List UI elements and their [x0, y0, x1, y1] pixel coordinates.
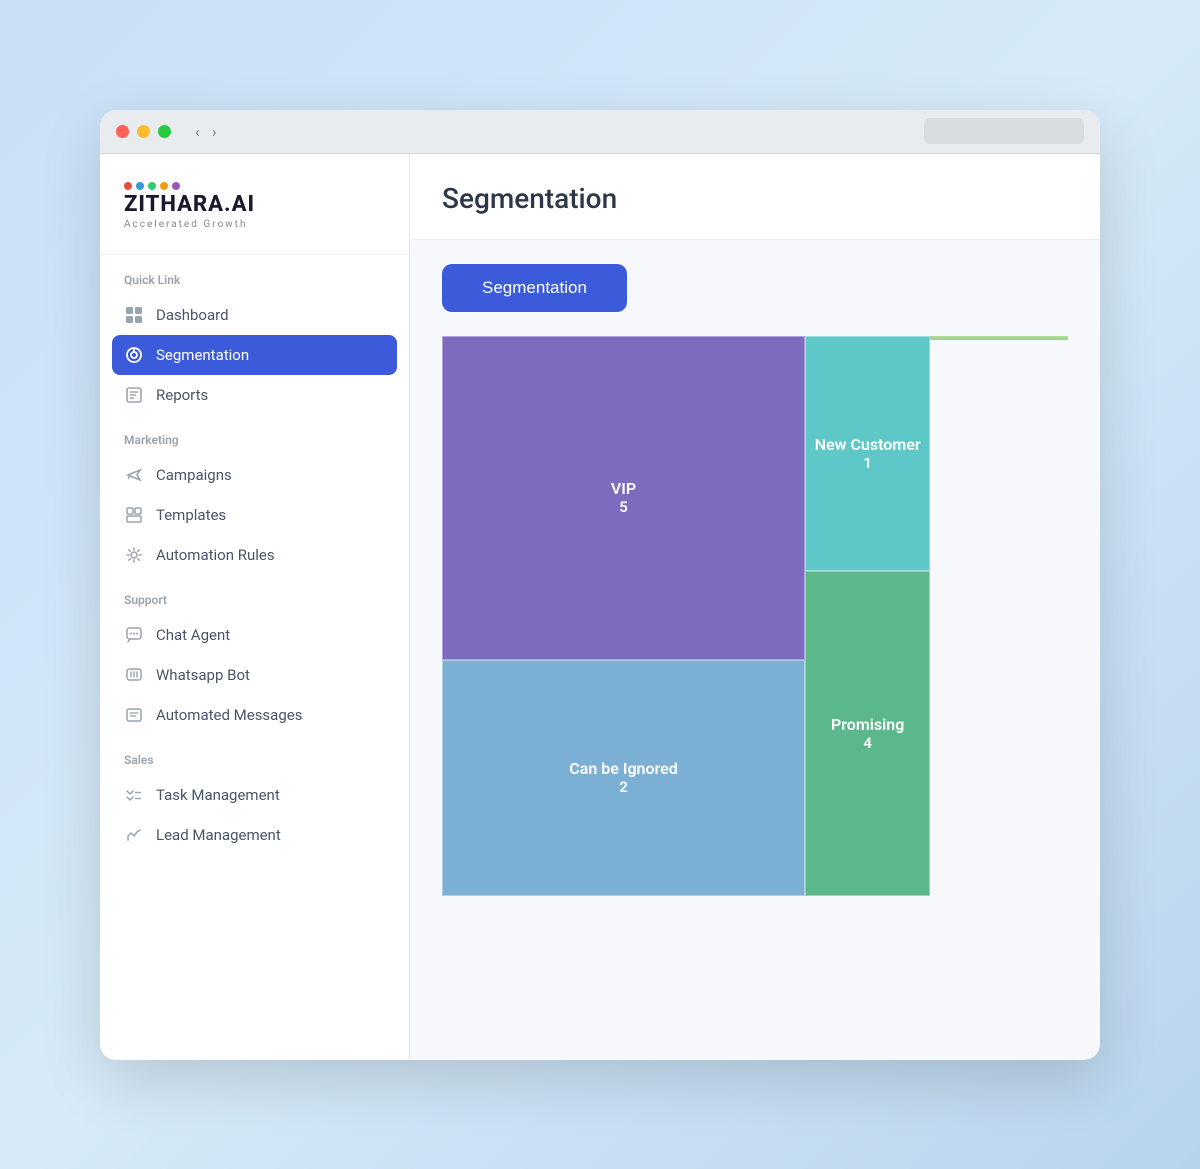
sidebar-item-chat-agent[interactable]: Chat Agent: [100, 615, 409, 655]
sidebar-item-segmentation[interactable]: Segmentation: [112, 335, 397, 375]
sidebar-item-task-management[interactable]: Task Management: [100, 775, 409, 815]
treemap-container: VIP 5 Can be Ignored 2: [442, 336, 1068, 896]
automation-rules-icon: [124, 545, 144, 565]
promising-value: 2: [619, 778, 628, 796]
promising-label: Can be Ignored: [569, 759, 677, 778]
traffic-light-yellow[interactable]: [137, 125, 150, 138]
treemap-cell-can-be-ignored[interactable]: Promising 4: [805, 571, 930, 896]
back-arrow[interactable]: ‹: [191, 120, 204, 143]
dashboard-label: Dashboard: [156, 306, 229, 324]
segmentation-label: Segmentation: [156, 346, 249, 364]
can-be-ignored-value: 4: [863, 734, 872, 752]
logo-dot-green: [148, 182, 156, 190]
templates-icon: [124, 505, 144, 525]
new-customer-label: New Customer: [815, 435, 921, 454]
main-content: Segmentation Segmentation VIP 5: [410, 154, 1100, 1060]
new-customer-value: 1: [863, 454, 872, 472]
treemap-cell-new-customer[interactable]: New Customer 1: [805, 336, 930, 571]
nav-section-marketing: Marketing: [100, 415, 409, 455]
sidebar-item-whatsapp-bot[interactable]: Whatsapp Bot: [100, 655, 409, 695]
browser-window: ‹ › ZITHARA.AI Accelerated Growth Quick …: [100, 110, 1100, 1060]
logo-text: ZITHARA.AI: [124, 192, 385, 217]
app-layout: ZITHARA.AI Accelerated Growth Quick Link…: [100, 154, 1100, 1060]
segmentation-icon: [124, 345, 144, 365]
treemap-cell-green-bottom: [930, 338, 1068, 340]
logo-dots: [124, 182, 385, 190]
segmentation-button[interactable]: Segmentation: [442, 264, 627, 312]
treemap-left: VIP 5 Can be Ignored 2: [442, 336, 805, 896]
forward-arrow[interactable]: ›: [208, 120, 221, 143]
chat-agent-icon: [124, 625, 144, 645]
url-bar[interactable]: [924, 118, 1084, 144]
sidebar-item-lead-management[interactable]: Lead Management: [100, 815, 409, 855]
vip-value: 5: [619, 498, 628, 516]
treemap-cell-promising[interactable]: Can be Ignored 2: [442, 660, 805, 895]
treemap-cell-vip[interactable]: VIP 5: [442, 336, 805, 661]
logo-dot-blue: [136, 182, 144, 190]
logo-dot-purple: [172, 182, 180, 190]
campaigns-label: Campaigns: [156, 466, 232, 484]
sidebar-item-dashboard[interactable]: Dashboard: [100, 295, 409, 335]
sidebar: ZITHARA.AI Accelerated Growth Quick Link…: [100, 154, 410, 1060]
reports-icon: [124, 385, 144, 405]
reports-label: Reports: [156, 386, 208, 404]
page-title: Segmentation: [442, 182, 1068, 215]
task-management-icon: [124, 785, 144, 805]
nav-section-quick-link: Quick Link: [100, 255, 409, 295]
chat-agent-label: Chat Agent: [156, 626, 230, 644]
sidebar-item-templates[interactable]: Templates: [100, 495, 409, 535]
browser-nav-arrows: ‹ ›: [191, 120, 221, 143]
main-header: Segmentation: [410, 154, 1100, 240]
nav-section-sales: Sales: [100, 735, 409, 775]
whatsapp-bot-icon: [124, 665, 144, 685]
treemap-right: New Customer 1 Promising 4: [805, 336, 930, 896]
sidebar-item-campaigns[interactable]: Campaigns: [100, 455, 409, 495]
campaigns-icon: [124, 465, 144, 485]
automation-rules-label: Automation Rules: [156, 546, 275, 564]
lead-management-icon: [124, 825, 144, 845]
sidebar-item-reports[interactable]: Reports: [100, 375, 409, 415]
logo-area: ZITHARA.AI Accelerated Growth: [100, 154, 409, 255]
task-management-label: Task Management: [156, 786, 280, 804]
vip-label: VIP: [611, 479, 636, 498]
can-be-ignored-label: Promising: [831, 715, 904, 734]
automated-messages-icon: [124, 705, 144, 725]
whatsapp-bot-label: Whatsapp Bot: [156, 666, 250, 684]
lead-management-label: Lead Management: [156, 826, 281, 844]
logo-subtitle: Accelerated Growth: [124, 219, 385, 230]
traffic-light-green[interactable]: [158, 125, 171, 138]
logo-dot-red: [124, 182, 132, 190]
sidebar-item-automated-messages[interactable]: Automated Messages: [100, 695, 409, 735]
logo-dot-orange: [160, 182, 168, 190]
dashboard-icon: [124, 305, 144, 325]
automated-messages-label: Automated Messages: [156, 706, 302, 724]
main-body: Segmentation VIP 5 Ca: [410, 240, 1100, 1060]
traffic-light-red[interactable]: [116, 125, 129, 138]
sidebar-item-automation-rules[interactable]: Automation Rules: [100, 535, 409, 575]
browser-titlebar: ‹ ›: [100, 110, 1100, 154]
treemap-far-right: [930, 336, 1068, 896]
treemap-wrapper: VIP 5 Can be Ignored 2: [442, 336, 1068, 896]
templates-label: Templates: [156, 506, 226, 524]
nav-section-support: Support: [100, 575, 409, 615]
